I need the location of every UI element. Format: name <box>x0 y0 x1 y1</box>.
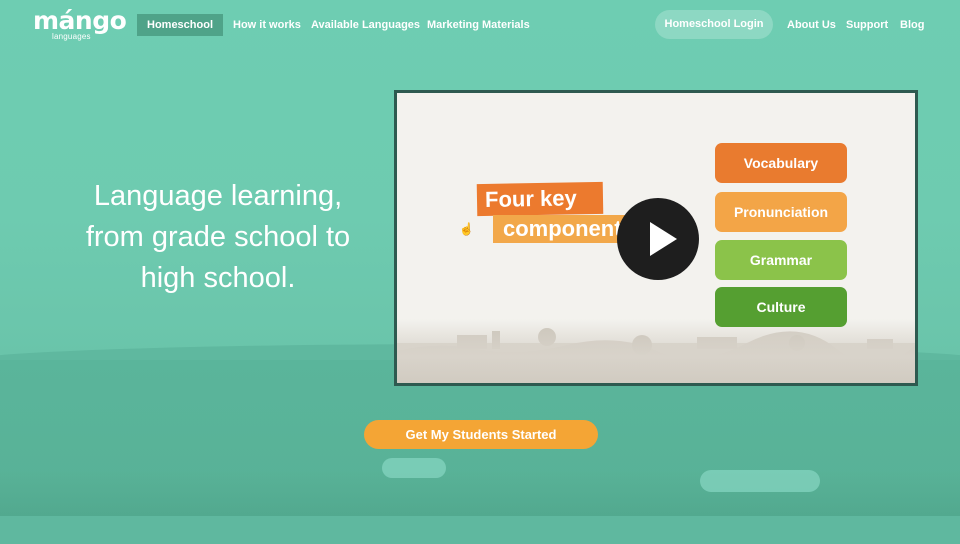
hero-headline: Language learning, from grade school to … <box>48 176 388 299</box>
headline-line: from grade school to <box>85 221 351 253</box>
play-icon <box>650 222 677 256</box>
logo-subtext: languages <box>52 32 91 41</box>
play-button[interactable] <box>617 198 699 280</box>
nav-item-about-us[interactable]: About Us <box>787 15 836 35</box>
component-culture: Culture <box>715 287 847 327</box>
video-player[interactable]: Four key components Vocabulary Pronuncia… <box>394 90 918 386</box>
nav-item-marketing-materials[interactable]: Marketing Materials <box>427 15 530 35</box>
video-title-components: components <box>493 215 633 243</box>
headline-line: high school. <box>140 262 296 294</box>
nav-item-available-languages[interactable]: Available Languages <box>311 15 420 35</box>
cloud-decoration <box>382 458 446 478</box>
component-vocabulary: Vocabulary <box>715 143 847 183</box>
headline-line: Language learning, <box>93 180 343 212</box>
get-students-started-button[interactable]: Get My Students Started <box>364 420 598 449</box>
cloud-decoration <box>700 470 820 492</box>
video-haze <box>397 319 915 383</box>
component-grammar: Grammar <box>715 240 847 280</box>
nav-item-blog[interactable]: Blog <box>900 15 924 35</box>
nav-item-how-it-works[interactable]: How it works <box>233 15 301 35</box>
logo-wordmark: mángo <box>33 6 127 35</box>
hand-cursor-icon: ☝ <box>459 222 474 236</box>
nav-item-homeschool[interactable]: Homeschool <box>137 14 224 36</box>
component-pronunciation: Pronunciation <box>715 192 847 232</box>
mango-logo[interactable]: mángo languages <box>33 6 127 42</box>
nav-item-support[interactable]: Support <box>846 15 888 35</box>
top-navigation: mángo languages Homeschool How it works … <box>0 0 960 50</box>
homeschool-login-button[interactable]: Homeschool Login <box>655 10 773 39</box>
video-title-four-key: Four key <box>476 181 603 217</box>
